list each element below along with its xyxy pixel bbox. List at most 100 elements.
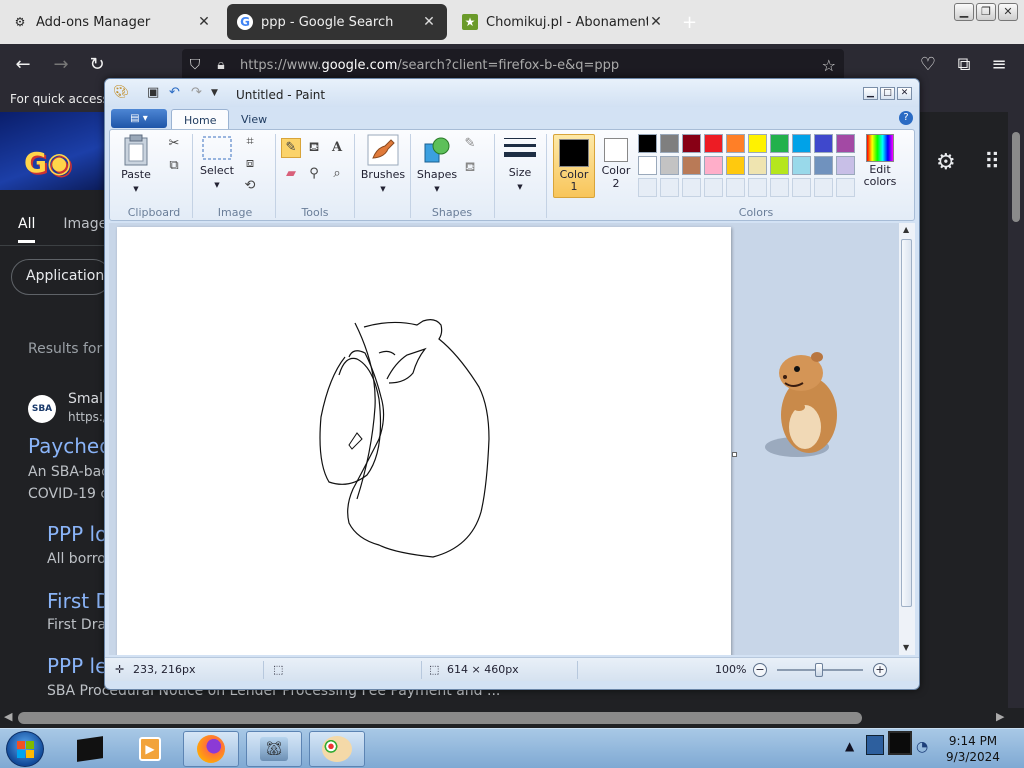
palette-swatch[interactable]	[770, 156, 789, 175]
palette-swatch[interactable]	[792, 156, 811, 175]
paint-app-icon[interactable]: 🎨︎	[113, 85, 130, 100]
result-title-link[interactable]: Payched	[28, 434, 104, 458]
close-icon[interactable]: ✕	[421, 14, 437, 30]
text-icon[interactable]: A	[327, 138, 347, 158]
pencil-icon[interactable]: ✎	[281, 138, 301, 158]
taskbar-hamster-app-icon[interactable]: 🐹︎	[246, 731, 302, 767]
palette-swatch[interactable]	[836, 134, 855, 153]
scrollbar-thumb[interactable]	[901, 239, 912, 607]
zoom-in-icon[interactable]: +	[873, 663, 887, 677]
palette-custom-slot[interactable]	[770, 178, 789, 197]
tab-chomikuj[interactable]: ★ Chomikuj.pl - Abonamenty i Do ✕	[452, 4, 674, 40]
minimize-icon[interactable]: ▁	[863, 87, 878, 100]
palette-swatch[interactable]	[748, 134, 767, 153]
palette-custom-slot[interactable]	[704, 178, 723, 197]
paint-title-bar[interactable]: 🎨︎ ▣ ↶ ↷ ▼ Untitled - Paint ▁ □ ✕	[105, 79, 919, 107]
scrollbar-thumb[interactable]	[1012, 132, 1020, 222]
magnifier-icon[interactable]: ⌕	[327, 164, 347, 184]
zoom-out-icon[interactable]: −	[753, 663, 767, 677]
tab-addons-manager[interactable]: ⚙ Add-ons Manager ✕	[2, 4, 222, 40]
taskbar-paint-icon[interactable]	[309, 731, 365, 767]
palette-swatch[interactable]	[638, 134, 657, 153]
scroll-left-icon[interactable]: ◀	[4, 710, 12, 723]
close-icon[interactable]: ✕	[648, 14, 664, 30]
palette-custom-slot[interactable]	[638, 178, 657, 197]
google-doodle[interactable]: G◉	[0, 112, 110, 190]
sitelink-title[interactable]: PPP lo	[47, 522, 104, 546]
show-hidden-icons-icon[interactable]: ▲	[845, 739, 854, 753]
drawing-canvas[interactable]	[117, 227, 731, 655]
edit-colors-button[interactable]: Edit colors	[860, 134, 900, 188]
palette-swatch[interactable]	[814, 156, 833, 175]
system-clock[interactable]: 9:14 PM 9/3/2024	[938, 733, 1008, 765]
scroll-up-icon[interactable]: ▲	[903, 225, 909, 234]
start-button[interactable]	[6, 731, 44, 767]
pocket-icon[interactable]: ♡	[917, 54, 939, 75]
back-arrow-icon[interactable]: ←	[12, 54, 34, 75]
palette-custom-slot[interactable]	[726, 178, 745, 197]
canvas-vertical-scrollbar[interactable]: ▲ ▼	[899, 223, 915, 655]
sitelink-title[interactable]: First D	[47, 589, 104, 613]
palette-swatch[interactable]	[748, 156, 767, 175]
lock-icon[interactable]: 🔒︎	[208, 57, 234, 73]
page-vertical-scrollbar[interactable]	[1008, 112, 1024, 708]
color1-button[interactable]: Color 1	[553, 134, 595, 198]
fill-bucket-icon[interactable]: ⛾	[304, 138, 324, 158]
close-icon[interactable]: ✕	[998, 3, 1018, 21]
filter-chip[interactable]: Application	[11, 259, 111, 295]
palette-custom-slot[interactable]	[682, 178, 701, 197]
palette-swatch[interactable]	[814, 134, 833, 153]
palette-swatch[interactable]	[682, 134, 701, 153]
outline-icon[interactable]: ✎	[460, 134, 480, 154]
redo-icon[interactable]: ↷	[191, 85, 202, 100]
palette-swatch[interactable]	[660, 156, 679, 175]
copy-icon[interactable]: ⧉	[164, 156, 184, 176]
tab-home[interactable]: Home	[171, 109, 230, 130]
shapes-button[interactable]: Shapes ▼	[416, 134, 458, 194]
file-menu-button[interactable]: ▤ ▾	[111, 109, 167, 128]
scroll-down-icon[interactable]: ▼	[903, 643, 909, 652]
canvas-resize-handle[interactable]	[732, 452, 737, 457]
menu-icon[interactable]: ≡	[988, 54, 1010, 75]
palette-swatch[interactable]	[770, 134, 789, 153]
tab-all[interactable]: All	[18, 216, 36, 243]
zoom-slider-thumb[interactable]	[815, 663, 823, 677]
maximize-icon[interactable]: □	[880, 87, 895, 100]
help-icon[interactable]: ?	[899, 111, 913, 125]
undo-icon[interactable]: ↶	[169, 85, 180, 100]
palette-swatch[interactable]	[726, 134, 745, 153]
volume-icon[interactable]: ◔	[916, 739, 928, 755]
tray-app-icon[interactable]	[866, 735, 884, 755]
bookmark-star-icon[interactable]: ☆	[822, 56, 836, 75]
taskbar-firefox-icon[interactable]	[183, 731, 239, 767]
close-icon[interactable]: ✕	[897, 87, 912, 100]
network-icon[interactable]	[888, 731, 912, 755]
save-icon[interactable]: ▣	[147, 85, 159, 100]
color2-button[interactable]: Color 2	[598, 134, 634, 190]
palette-swatch[interactable]	[660, 134, 679, 153]
scroll-right-icon[interactable]: ▶	[996, 710, 1004, 723]
page-horizontal-scrollbar[interactable]: ◀ ▶	[0, 708, 1024, 728]
chevron-down-icon[interactable]: ▼	[211, 88, 218, 98]
palette-swatch[interactable]	[726, 156, 745, 175]
rotate-icon[interactable]: ⟲	[240, 176, 260, 196]
gear-icon[interactable]: ⚙	[936, 150, 956, 175]
forward-arrow-icon[interactable]: →	[50, 54, 72, 75]
restore-icon[interactable]: ❐	[976, 3, 996, 21]
url-bar[interactable]: ⛉ 🔒︎ https://www.google.com/search?clien…	[182, 49, 844, 81]
shield-icon[interactable]: ⛉	[182, 57, 208, 73]
sitelink-title[interactable]: PPP le	[47, 654, 104, 678]
palette-custom-slot[interactable]	[836, 178, 855, 197]
result-url[interactable]: https://	[68, 410, 104, 424]
extensions-icon[interactable]: ⧉	[953, 54, 975, 75]
taskbar-media-icon[interactable]	[62, 731, 118, 767]
hamster-desktop-pet-icon[interactable]	[759, 343, 843, 463]
crop-icon[interactable]: ⌗	[240, 132, 260, 152]
cut-scissors-icon[interactable]: ✂	[164, 134, 184, 154]
palette-custom-slot[interactable]	[748, 178, 767, 197]
brushes-button[interactable]: Brushes ▼	[360, 134, 406, 194]
palette-custom-slot[interactable]	[792, 178, 811, 197]
palette-custom-slot[interactable]	[660, 178, 679, 197]
new-tab-plus-icon[interactable]: +	[682, 12, 697, 33]
palette-swatch[interactable]	[792, 134, 811, 153]
